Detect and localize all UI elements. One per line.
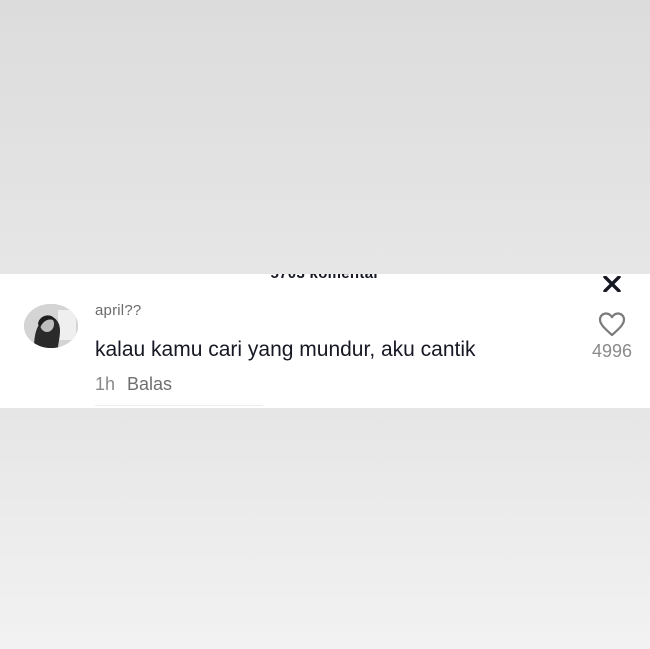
dimmed-video-area-top[interactable] xyxy=(0,0,650,274)
divider xyxy=(95,405,263,406)
comment-time: 1h xyxy=(95,374,116,394)
like-count: 4996 xyxy=(591,341,633,361)
user-avatar-icon xyxy=(24,304,78,348)
like-control[interactable]: 4996 xyxy=(584,311,640,362)
comment-username[interactable]: april?? xyxy=(95,302,141,319)
close-icon[interactable] xyxy=(601,276,623,292)
comment-meta: 1h Balas xyxy=(95,374,172,395)
comments-sheet: 5703 komentar april?? kalau kamu cari ya… xyxy=(0,274,650,408)
avatar[interactable] xyxy=(24,304,78,348)
comment-text: kalau kamu cari yang mundur, aku cantik xyxy=(95,338,476,361)
heart-outline-icon[interactable] xyxy=(598,311,626,337)
reply-button[interactable]: Balas xyxy=(127,374,172,394)
dimmed-video-area-bottom[interactable] xyxy=(0,408,650,649)
comment-count-header: 5703 komentar xyxy=(0,274,650,282)
